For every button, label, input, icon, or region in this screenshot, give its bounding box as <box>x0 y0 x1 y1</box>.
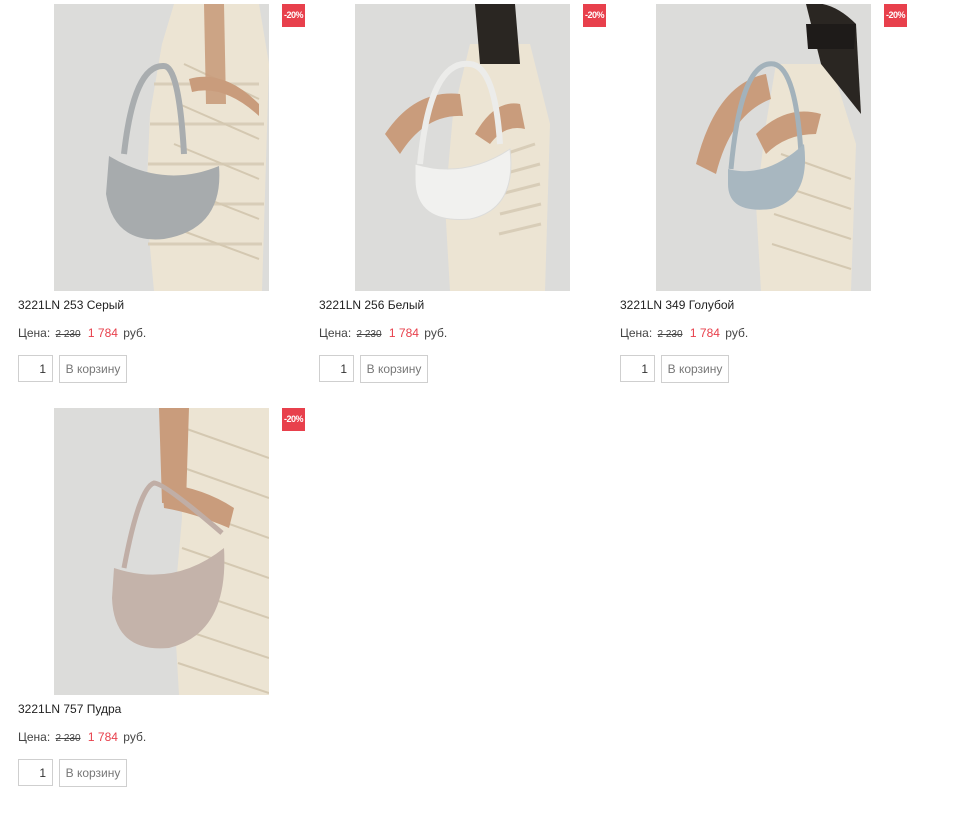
old-price: 2 230 <box>55 329 81 340</box>
currency: руб. <box>123 326 147 340</box>
price-line: Цена: 2 230 1 784 руб. <box>620 326 748 340</box>
discount-badge: -20% <box>884 4 907 27</box>
quantity-input[interactable] <box>18 759 53 786</box>
product-card: -20% 3221LN 757 Пудра Цена: 2 230 1 784 … <box>18 404 318 799</box>
product-title[interactable]: 3221LN 757 Пудра <box>18 702 121 716</box>
add-to-cart-button[interactable]: В корзину <box>59 759 127 787</box>
product-title[interactable]: 3221LN 253 Серый <box>18 298 124 312</box>
product-photo[interactable] <box>656 4 871 291</box>
price-line: Цена: 2 230 1 784 руб. <box>18 730 146 744</box>
product-card: -20% 3221LN 253 Серый Цена: 2 230 1 784 … <box>18 0 318 395</box>
quantity-input[interactable] <box>18 355 53 382</box>
price-label: Цена: <box>620 326 653 340</box>
currency: руб. <box>123 730 147 744</box>
add-to-cart-button[interactable]: В корзину <box>360 355 428 383</box>
product-title[interactable]: 3221LN 349 Голубой <box>620 298 734 312</box>
product-photo[interactable] <box>355 4 570 291</box>
old-price: 2 230 <box>356 329 382 340</box>
product-photo[interactable] <box>54 4 269 291</box>
product-photo[interactable] <box>54 408 269 695</box>
price-line: Цена: 2 230 1 784 руб. <box>319 326 447 340</box>
product-card: -20% 3221LN 349 Голубой Цена: 2 230 1 78… <box>620 0 920 395</box>
sale-price: 1 784 <box>388 326 419 340</box>
sale-price: 1 784 <box>87 326 118 340</box>
old-price: 2 230 <box>55 733 81 744</box>
sale-price: 1 784 <box>689 326 720 340</box>
product-title[interactable]: 3221LN 256 Белый <box>319 298 424 312</box>
price-line: Цена: 2 230 1 784 руб. <box>18 326 146 340</box>
sale-price: 1 784 <box>87 730 118 744</box>
discount-badge: -20% <box>282 408 305 431</box>
old-price: 2 230 <box>657 329 683 340</box>
price-label: Цена: <box>18 326 51 340</box>
product-card: -20% 3221LN 256 Белый Цена: 2 230 1 784 … <box>319 0 619 395</box>
product-grid: -20% 3221LN 253 Серый Цена: 2 230 1 784 … <box>0 0 961 833</box>
currency: руб. <box>725 326 749 340</box>
discount-badge: -20% <box>583 4 606 27</box>
add-to-cart-button[interactable]: В корзину <box>661 355 729 383</box>
price-label: Цена: <box>319 326 352 340</box>
quantity-input[interactable] <box>620 355 655 382</box>
quantity-input[interactable] <box>319 355 354 382</box>
add-to-cart-button[interactable]: В корзину <box>59 355 127 383</box>
discount-badge: -20% <box>282 4 305 27</box>
currency: руб. <box>424 326 448 340</box>
price-label: Цена: <box>18 730 51 744</box>
